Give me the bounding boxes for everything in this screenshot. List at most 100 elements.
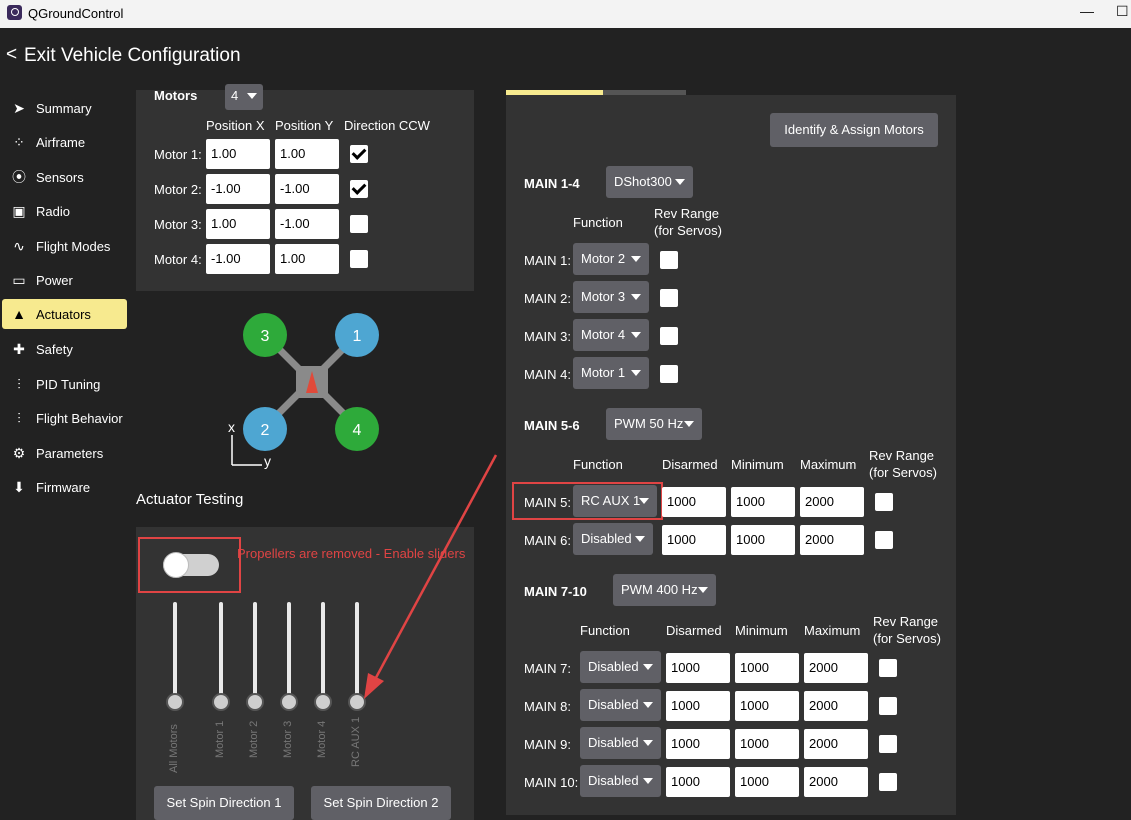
output-label: MAIN 4: xyxy=(524,367,571,382)
maximum-input[interactable]: 2000 xyxy=(800,525,864,555)
minimum-input[interactable]: 1000 xyxy=(735,767,799,797)
maximum-input[interactable]: 2000 xyxy=(804,767,868,797)
enable-sliders-toggle[interactable] xyxy=(163,552,219,578)
slider-motor-4[interactable] xyxy=(314,602,332,712)
function-dropdown[interactable]: Motor 3 xyxy=(573,281,649,313)
rev-range-checkbox[interactable] xyxy=(660,251,678,269)
motors-label: Motors xyxy=(154,88,198,103)
protocol-dropdown[interactable]: PWM 50 Hz xyxy=(606,408,702,440)
column-function: Function xyxy=(573,457,623,472)
slider-motor-1[interactable] xyxy=(212,602,230,712)
disarmed-input[interactable]: 1000 xyxy=(666,653,730,683)
protocol-dropdown[interactable]: DShot300 xyxy=(606,166,693,198)
motor-position-x-input[interactable]: -1.00 xyxy=(206,244,270,274)
back-chevron-icon[interactable]: < xyxy=(6,44,17,66)
motor-position-x-input[interactable]: -1.00 xyxy=(206,174,270,204)
column-minimum: Minimum xyxy=(731,457,784,472)
sidebar-item-actuators[interactable]: ▲ Actuators xyxy=(2,299,127,329)
function-dropdown[interactable]: Motor 1 xyxy=(573,357,649,389)
function-dropdown[interactable]: Motor 4 xyxy=(573,319,649,351)
maximize-button[interactable]: ☐ xyxy=(1116,3,1129,20)
page-header: < Exit Vehicle Configuration xyxy=(0,28,1131,84)
direction-ccw-checkbox[interactable] xyxy=(350,145,368,163)
maximum-input[interactable]: 2000 xyxy=(804,653,868,683)
rev-range-checkbox[interactable] xyxy=(875,531,893,549)
disarmed-input[interactable]: 1000 xyxy=(666,729,730,759)
function-dropdown[interactable]: Disabled xyxy=(580,765,661,797)
direction-ccw-checkbox[interactable] xyxy=(350,215,368,233)
direction-ccw-checkbox[interactable] xyxy=(350,180,368,198)
rev-range-checkbox[interactable] xyxy=(875,493,893,511)
function-dropdown[interactable]: Disabled xyxy=(580,689,661,721)
function-dropdown[interactable]: Disabled xyxy=(573,523,653,555)
rev-range-checkbox[interactable] xyxy=(660,327,678,345)
sidebar-item-flight-behavior[interactable]: ⫶ Flight Behavior xyxy=(2,403,127,433)
sidebar-item-sensors[interactable]: ⦿ Sensors xyxy=(2,162,127,192)
minimum-input[interactable]: 1000 xyxy=(731,525,795,555)
rev-range-checkbox[interactable] xyxy=(879,773,897,791)
slider-motor-2[interactable] xyxy=(246,602,264,712)
function-dropdown[interactable]: Disabled xyxy=(580,651,661,683)
slider-motor-3[interactable] xyxy=(280,602,298,712)
sidebar-item-parameters[interactable]: ⚙ Parameters xyxy=(2,438,127,468)
disarmed-input[interactable]: 1000 xyxy=(666,691,730,721)
sidebar-item-radio[interactable]: ▣ Radio xyxy=(2,196,127,226)
rev-range-checkbox[interactable] xyxy=(660,289,678,307)
sidebar-item-flight-modes[interactable]: ∿ Flight Modes xyxy=(2,231,127,261)
rev-range-checkbox[interactable] xyxy=(660,365,678,383)
sidebar-item-summary[interactable]: ➤ Summary xyxy=(2,93,127,123)
motor-position-x-input[interactable]: 1.00 xyxy=(206,139,270,169)
motor-position-y-input[interactable]: 1.00 xyxy=(275,244,339,274)
minimum-input[interactable]: 1000 xyxy=(735,729,799,759)
maximum-input[interactable]: 2000 xyxy=(804,691,868,721)
minimum-input[interactable]: 1000 xyxy=(735,653,799,683)
identify-assign-motors-button[interactable]: Identify & Assign Motors xyxy=(770,113,938,147)
minimize-button[interactable]: — xyxy=(1080,3,1094,19)
function-dropdown[interactable]: Disabled xyxy=(580,727,661,759)
slider-label: Motor 3 xyxy=(282,720,294,758)
rev-range-checkbox[interactable] xyxy=(879,735,897,753)
chevron-down-icon xyxy=(639,498,649,504)
sidebar-item-power[interactable]: ▭ Power xyxy=(2,265,127,295)
motor-position-y-input[interactable]: -1.00 xyxy=(275,174,339,204)
sidebar-item-safety[interactable]: ✚ Safety xyxy=(2,334,127,364)
sidebar-item-airframe[interactable]: ⁘ Airframe xyxy=(2,127,127,157)
motor-position-x-input[interactable]: 1.00 xyxy=(206,209,270,239)
exit-vehicle-configuration-link[interactable]: Exit Vehicle Configuration xyxy=(24,45,241,67)
minimum-input[interactable]: 1000 xyxy=(731,487,795,517)
slider-all-motors[interactable] xyxy=(166,602,184,712)
output-label: MAIN 9: xyxy=(524,737,571,752)
axis-y-label: y xyxy=(264,453,271,469)
disarmed-input[interactable]: 1000 xyxy=(662,487,726,517)
tab-inactive-indicator[interactable] xyxy=(603,90,686,95)
minimum-input[interactable]: 1000 xyxy=(735,691,799,721)
rev-range-checkbox[interactable] xyxy=(879,659,897,677)
tab-active-indicator[interactable] xyxy=(506,90,603,95)
column-minimum: Minimum xyxy=(735,623,788,638)
column-maximum: Maximum xyxy=(804,623,861,638)
rev-range-checkbox[interactable] xyxy=(879,697,897,715)
motor-number: 1 xyxy=(353,328,362,345)
sidebar-item-firmware[interactable]: ⬇ Firmware xyxy=(2,472,127,502)
function-dropdown[interactable]: RC AUX 1 xyxy=(573,485,657,517)
disarmed-input[interactable]: 1000 xyxy=(666,767,730,797)
sidebar-item-pid-tuning[interactable]: ⫶ PID Tuning xyxy=(2,369,127,399)
flight-modes-icon: ∿ xyxy=(13,238,25,254)
set-spin-direction-2-button[interactable]: Set Spin Direction 2 xyxy=(311,786,451,820)
motor-position-y-input[interactable]: 1.00 xyxy=(275,139,339,169)
maximum-input[interactable]: 2000 xyxy=(800,487,864,517)
motors-count-dropdown[interactable]: 4 xyxy=(225,84,263,110)
safety-icon: ✚ xyxy=(13,341,25,357)
slider-label: Motor 2 xyxy=(248,720,260,758)
firmware-icon: ⬇ xyxy=(13,479,25,495)
disarmed-input[interactable]: 1000 xyxy=(662,525,726,555)
group-label: MAIN 1-4 xyxy=(524,176,580,191)
protocol-dropdown[interactable]: PWM 400 Hz xyxy=(613,574,716,606)
chevron-down-icon xyxy=(631,294,641,300)
set-spin-direction-1-button[interactable]: Set Spin Direction 1 xyxy=(154,786,294,820)
output-label: MAIN 7: xyxy=(524,661,571,676)
maximum-input[interactable]: 2000 xyxy=(804,729,868,759)
direction-ccw-checkbox[interactable] xyxy=(350,250,368,268)
function-dropdown[interactable]: Motor 2 xyxy=(573,243,649,275)
motor-position-y-input[interactable]: -1.00 xyxy=(275,209,339,239)
